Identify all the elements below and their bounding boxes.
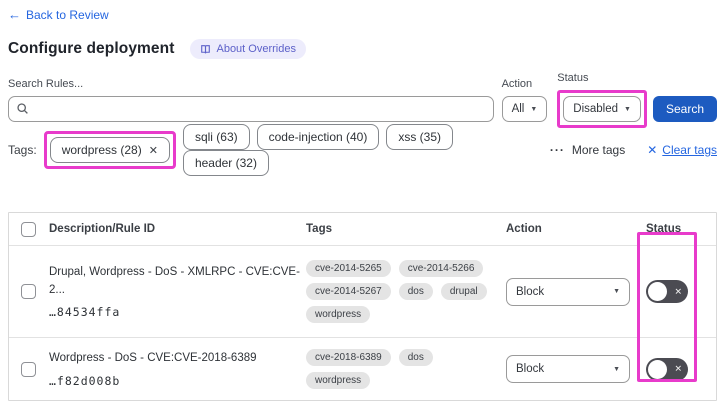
chevron-down-icon: ▼ [530, 105, 538, 113]
back-to-review-link[interactable]: ← Back to Review [8, 7, 109, 22]
tag-pill: wordpress [306, 306, 371, 323]
tag-chip-wordpress[interactable]: wordpress (28) ✕ [49, 137, 170, 163]
title-row: Configure deployment About Overrides [8, 39, 717, 59]
rule-description: Drupal, Wordpress - DoS - XMLRPC - CVE:C… [49, 266, 300, 296]
chevron-down-icon: ▼ [624, 105, 631, 113]
toggle-knob [648, 282, 667, 301]
chevron-down-icon: ▼ [613, 288, 620, 295]
status-toggle-off[interactable]: ✕ [646, 357, 688, 381]
toggle-x-icon: ✕ [674, 363, 682, 374]
active-tag-highlight: wordpress (28) ✕ [43, 131, 176, 169]
action-filter-group: Action All ▼ [501, 78, 548, 122]
search-group: Search Rules... [8, 78, 494, 122]
search-icon [16, 102, 29, 120]
toggle-x-icon: ✕ [674, 286, 682, 296]
tag-pill: cve-2018-6389 [306, 349, 391, 366]
filter-row: Search Rules... Action All ▼ Status Disa… [8, 72, 717, 128]
back-link-label: Back to Review [26, 7, 109, 22]
chevron-down-icon: ▼ [613, 365, 620, 373]
clear-tags-button[interactable]: ✕ Clear tags [647, 143, 717, 157]
search-rules-label: Search Rules... [8, 78, 84, 90]
row-checkbox-cell [9, 284, 39, 299]
table-header-row: Description/Rule ID Tags Action Status [9, 213, 716, 246]
column-description: Description/Rule ID [49, 223, 156, 235]
action-dropdown[interactable]: Block ▼ [506, 277, 630, 306]
search-box [8, 96, 494, 122]
action-cell: Block ▼ [506, 277, 646, 306]
tag-pill: cve-2014-5265 [306, 260, 391, 277]
row-checkbox[interactable] [21, 284, 36, 299]
page-title: Configure deployment [8, 40, 175, 57]
rules-table: Description/Rule ID Tags Action Status D… [8, 212, 717, 401]
status-filter-value: Disabled [573, 103, 619, 115]
status-filter-label: Status [557, 72, 589, 84]
tag-pill: dos [398, 283, 433, 300]
column-status: Status [646, 223, 682, 235]
tags-label: Tags: [8, 143, 37, 157]
status-filter-group: Status Disabled ▼ [557, 72, 647, 128]
rule-id: …84534ffa [49, 304, 121, 319]
table-row: Drupal, Wordpress - DoS - XMLRPC - CVE:C… [9, 246, 716, 338]
tags-cell: cve-2018-6389 dos wordpress [306, 349, 506, 389]
status-cell: ✕ [646, 357, 716, 381]
column-action: Action [506, 223, 542, 235]
action-cell: Block ▼ [506, 355, 646, 383]
tag-chip[interactable]: code-injection (40) [256, 124, 380, 150]
tag-pill: cve-2014-5266 [398, 260, 484, 277]
status-toggle-off[interactable]: ✕ [646, 280, 688, 303]
more-tags-label: More tags [571, 143, 626, 157]
ellipsis-icon: ··· [549, 143, 565, 157]
tags-cell: cve-2014-5265 cve-2014-5266 cve-2014-5267 d… [306, 260, 506, 323]
tag-pill: cve-2014-5267 [306, 283, 391, 300]
action-value: Block [516, 285, 545, 298]
action-dropdown[interactable]: Block ▼ [506, 355, 630, 383]
rule-id: …f82d008b [49, 373, 121, 388]
configure-deployment-page: ← Back to Review Configure deployment Ab… [0, 0, 725, 406]
action-filter-label: Action [501, 78, 533, 90]
row-checkbox-cell [9, 361, 39, 377]
tag-chip[interactable]: header (32) [182, 150, 269, 176]
tag-pill: wordpress [306, 372, 371, 389]
tags-bar: Tags: wordpress (28) ✕ sqli (63) code-inj… [8, 124, 717, 176]
tag-pill: dos [398, 349, 433, 366]
active-tag-label: wordpress (28) [61, 143, 142, 157]
description-cell: Wordpress - DoS - CVE:CVE-2018-6389 …f82… [39, 350, 306, 387]
action-filter-dropdown[interactable]: All ▼ [501, 96, 548, 122]
tag-chip[interactable]: sqli (63) [182, 124, 250, 150]
more-tags-button[interactable]: ··· More tags [550, 143, 625, 157]
clear-tags-label: Clear tags [662, 143, 717, 157]
book-icon [200, 44, 211, 55]
search-button[interactable]: Search [652, 96, 717, 122]
row-checkbox[interactable] [21, 361, 36, 377]
tag-chip-list: sqli (63) code-injection (40) xss (35) head… [182, 124, 538, 176]
rule-description: Wordpress - DoS - CVE:CVE-2018-6389 [49, 352, 257, 365]
action-value: Block [516, 363, 545, 375]
tag-chip[interactable]: xss (35) [386, 124, 454, 150]
remove-tag-icon[interactable]: ✕ [149, 144, 158, 157]
clear-icon: ✕ [647, 143, 658, 157]
select-all-checkbox[interactable] [21, 221, 36, 237]
table-row: Wordpress - DoS - CVE:CVE-2018-6389 …f82… [9, 338, 716, 400]
about-overrides-label: About Overrides [216, 43, 296, 55]
status-cell: ✕ [646, 280, 716, 303]
status-filter-highlight: Disabled ▼ [557, 90, 647, 128]
tag-pill-list: cve-2018-6389 dos wordpress [306, 349, 496, 389]
tag-pill-list: cve-2014-5265 cve-2014-5266 cve-2014-5267 d… [306, 260, 496, 323]
search-rules-input[interactable] [8, 96, 494, 122]
header-checkbox-cell [9, 221, 39, 237]
action-filter-value: All [511, 103, 525, 115]
description-cell: Drupal, Wordpress - DoS - XMLRPC - CVE:C… [39, 264, 306, 319]
status-filter-dropdown[interactable]: Disabled ▼ [563, 96, 641, 122]
column-tags: Tags [306, 223, 332, 235]
tag-pill: drupal [440, 283, 487, 300]
toggle-knob [648, 359, 667, 379]
about-overrides-badge[interactable]: About Overrides [190, 39, 306, 59]
back-arrow-icon: ← [8, 7, 21, 22]
